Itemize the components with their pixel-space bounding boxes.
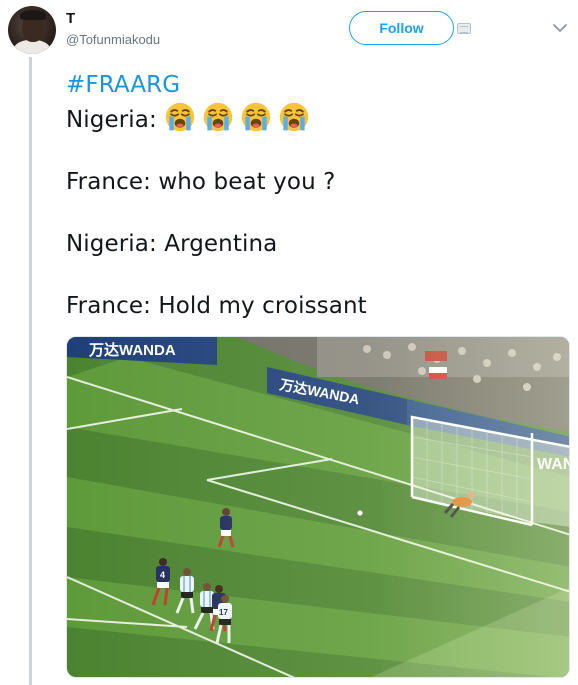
hashtag-link[interactable]: #FRAARG	[66, 70, 367, 101]
football-pitch-photo: 万达WANDA 万达WANDA WANDA	[67, 337, 569, 677]
loudly-crying-face-icon	[204, 102, 233, 132]
tweet-line-nigeria-2: Nigeria: Argentina	[66, 231, 278, 257]
loudly-crying-face-icon	[242, 102, 271, 132]
display-name[interactable]: T	[66, 10, 75, 27]
loudly-crying-face-icon	[166, 102, 195, 132]
crying-emoji-group	[164, 102, 316, 133]
tweet-line: Nigeria:	[66, 101, 367, 136]
follow-button[interactable]: Follow	[349, 11, 454, 45]
tweet-media-image[interactable]: 万达WANDA 万达WANDA WANDA	[66, 336, 570, 678]
user-handle[interactable]: @Tofunmiakodu	[66, 32, 160, 47]
avatar[interactable]	[8, 6, 56, 54]
tweet-line-france-1: France: who beat you ?	[66, 169, 336, 195]
chevron-down-icon[interactable]	[550, 18, 570, 38]
media-badge-icon	[457, 23, 471, 34]
thread-line	[29, 57, 32, 685]
loudly-crying-face-icon	[280, 102, 309, 132]
tweet-text: #FRAARG Nigeria: France: who beat you ? …	[66, 70, 367, 322]
tweet-line-nigeria-1: Nigeria:	[66, 107, 165, 133]
tweet-line-france-2: France: Hold my croissant	[66, 293, 367, 319]
